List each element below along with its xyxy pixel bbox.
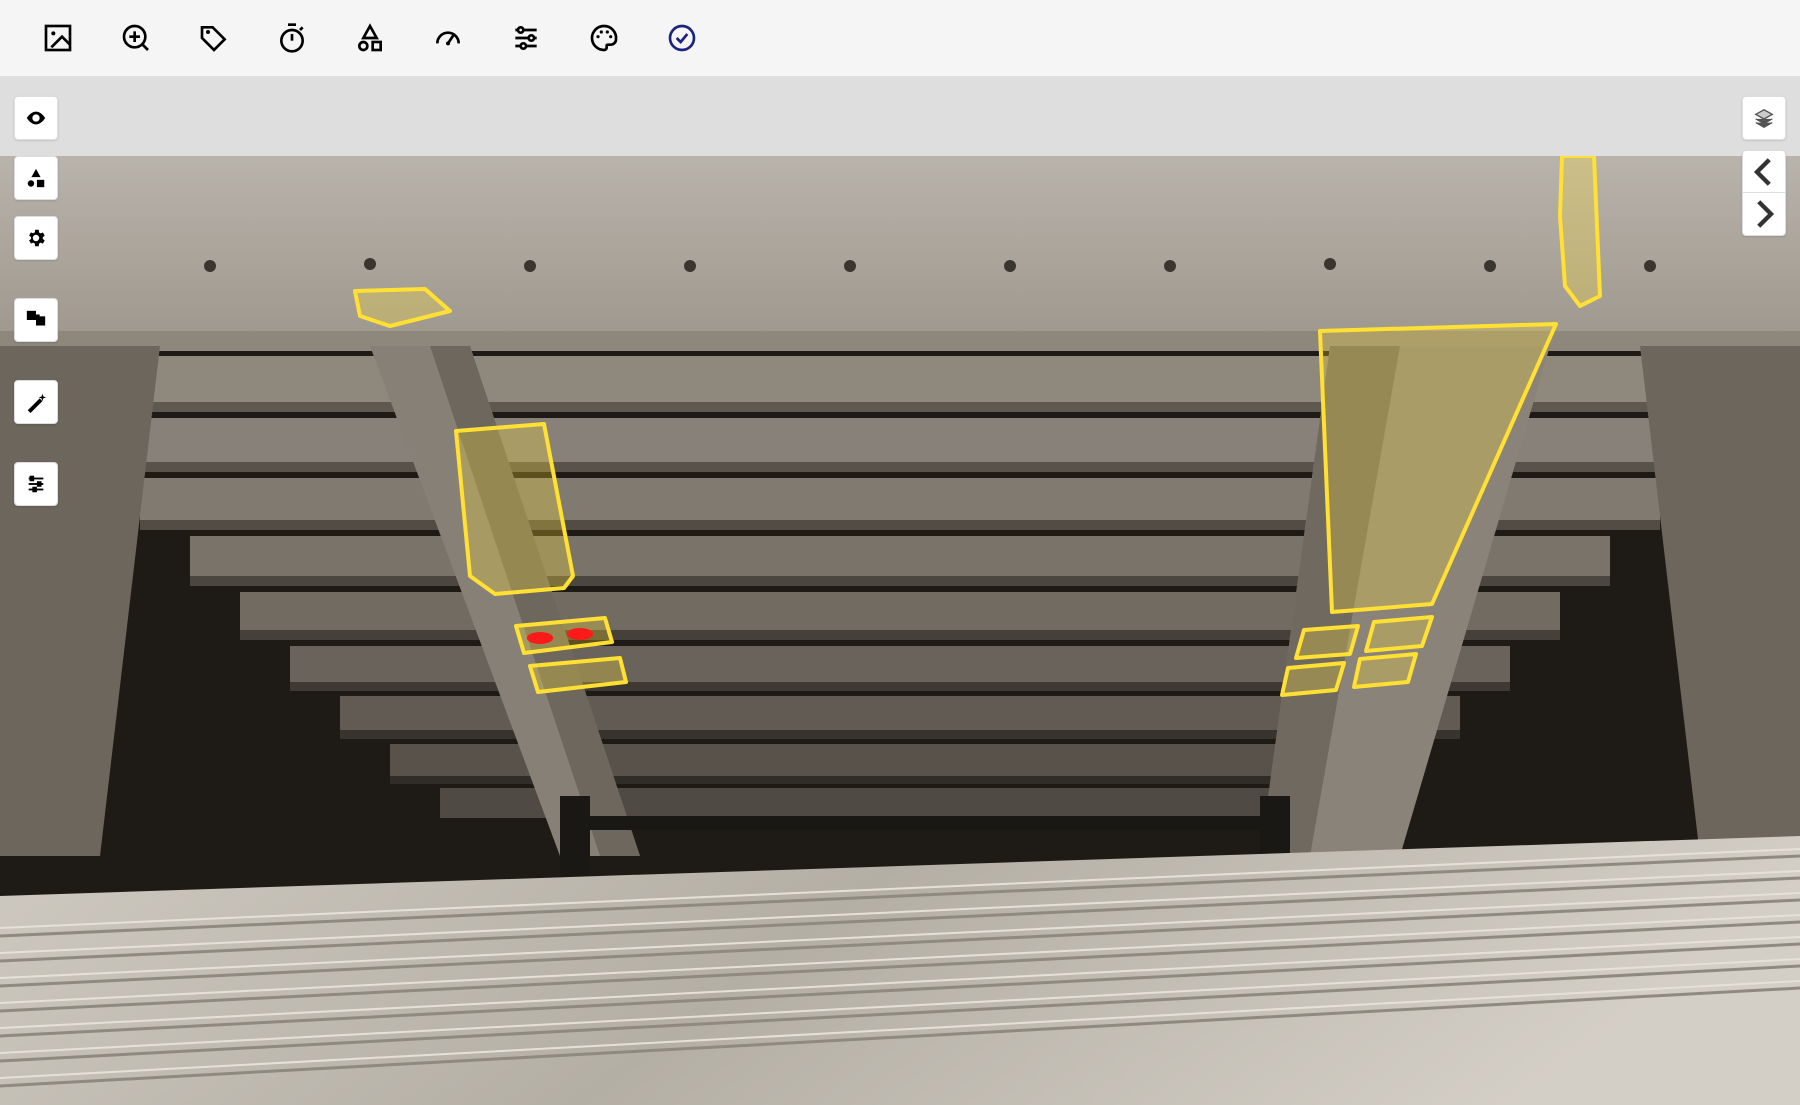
settings-button[interactable] bbox=[14, 216, 58, 260]
right-strip-3[interactable] bbox=[1282, 663, 1344, 695]
magic-wand-icon bbox=[25, 391, 47, 413]
image-icon bbox=[42, 22, 74, 54]
sliders-icon bbox=[25, 473, 47, 495]
right-toolbar bbox=[1742, 96, 1786, 236]
check-circle-icon bbox=[666, 22, 698, 54]
sliders-button[interactable] bbox=[14, 462, 58, 506]
shapes-icon bbox=[354, 22, 386, 54]
prev-button[interactable] bbox=[1743, 151, 1785, 193]
layers-icon bbox=[1753, 107, 1775, 129]
speedometer-icon bbox=[432, 22, 464, 54]
image-viewport[interactable] bbox=[0, 156, 1800, 1105]
top-right-pour[interactable] bbox=[1560, 156, 1600, 306]
tool-palette[interactable] bbox=[586, 20, 622, 56]
visibility-icon bbox=[25, 107, 47, 129]
tool-tune[interactable] bbox=[508, 20, 544, 56]
scene-svg bbox=[0, 156, 1800, 1105]
tool-stopwatch[interactable] bbox=[274, 20, 310, 56]
shapes-button[interactable] bbox=[14, 156, 58, 200]
tag-icon bbox=[198, 22, 230, 54]
tool-tag[interactable] bbox=[196, 20, 232, 56]
gear-icon bbox=[25, 227, 47, 249]
wand-button[interactable] bbox=[14, 380, 58, 424]
left-red-marker-1[interactable] bbox=[527, 632, 553, 644]
magnify-add-icon bbox=[120, 22, 152, 54]
tool-shapes[interactable] bbox=[352, 20, 388, 56]
tool-magnify-add[interactable] bbox=[118, 20, 154, 56]
left-red-marker-2[interactable] bbox=[567, 628, 593, 640]
visibility-button[interactable] bbox=[14, 96, 58, 140]
group-icon bbox=[25, 309, 47, 331]
shapes-fill-icon bbox=[25, 167, 47, 189]
group-button[interactable] bbox=[14, 298, 58, 342]
tool-check-circle[interactable] bbox=[664, 20, 700, 56]
palette-icon bbox=[588, 22, 620, 54]
left-toolbar bbox=[14, 96, 58, 506]
right-strip-4[interactable] bbox=[1354, 654, 1416, 687]
next-button[interactable] bbox=[1743, 193, 1785, 235]
tune-icon bbox=[510, 22, 542, 54]
nav-pair bbox=[1742, 150, 1786, 236]
tool-speedometer[interactable] bbox=[430, 20, 466, 56]
canvas-area[interactable] bbox=[0, 76, 1800, 1105]
tool-image[interactable] bbox=[40, 20, 76, 56]
top-toolbar bbox=[0, 0, 1800, 76]
chevron-right-icon bbox=[1743, 193, 1785, 235]
stopwatch-icon bbox=[276, 22, 308, 54]
right-strip-1[interactable] bbox=[1296, 626, 1358, 658]
right-strip-2[interactable] bbox=[1366, 617, 1432, 651]
chevron-left-icon bbox=[1743, 151, 1785, 193]
layers-button[interactable] bbox=[1742, 96, 1786, 140]
